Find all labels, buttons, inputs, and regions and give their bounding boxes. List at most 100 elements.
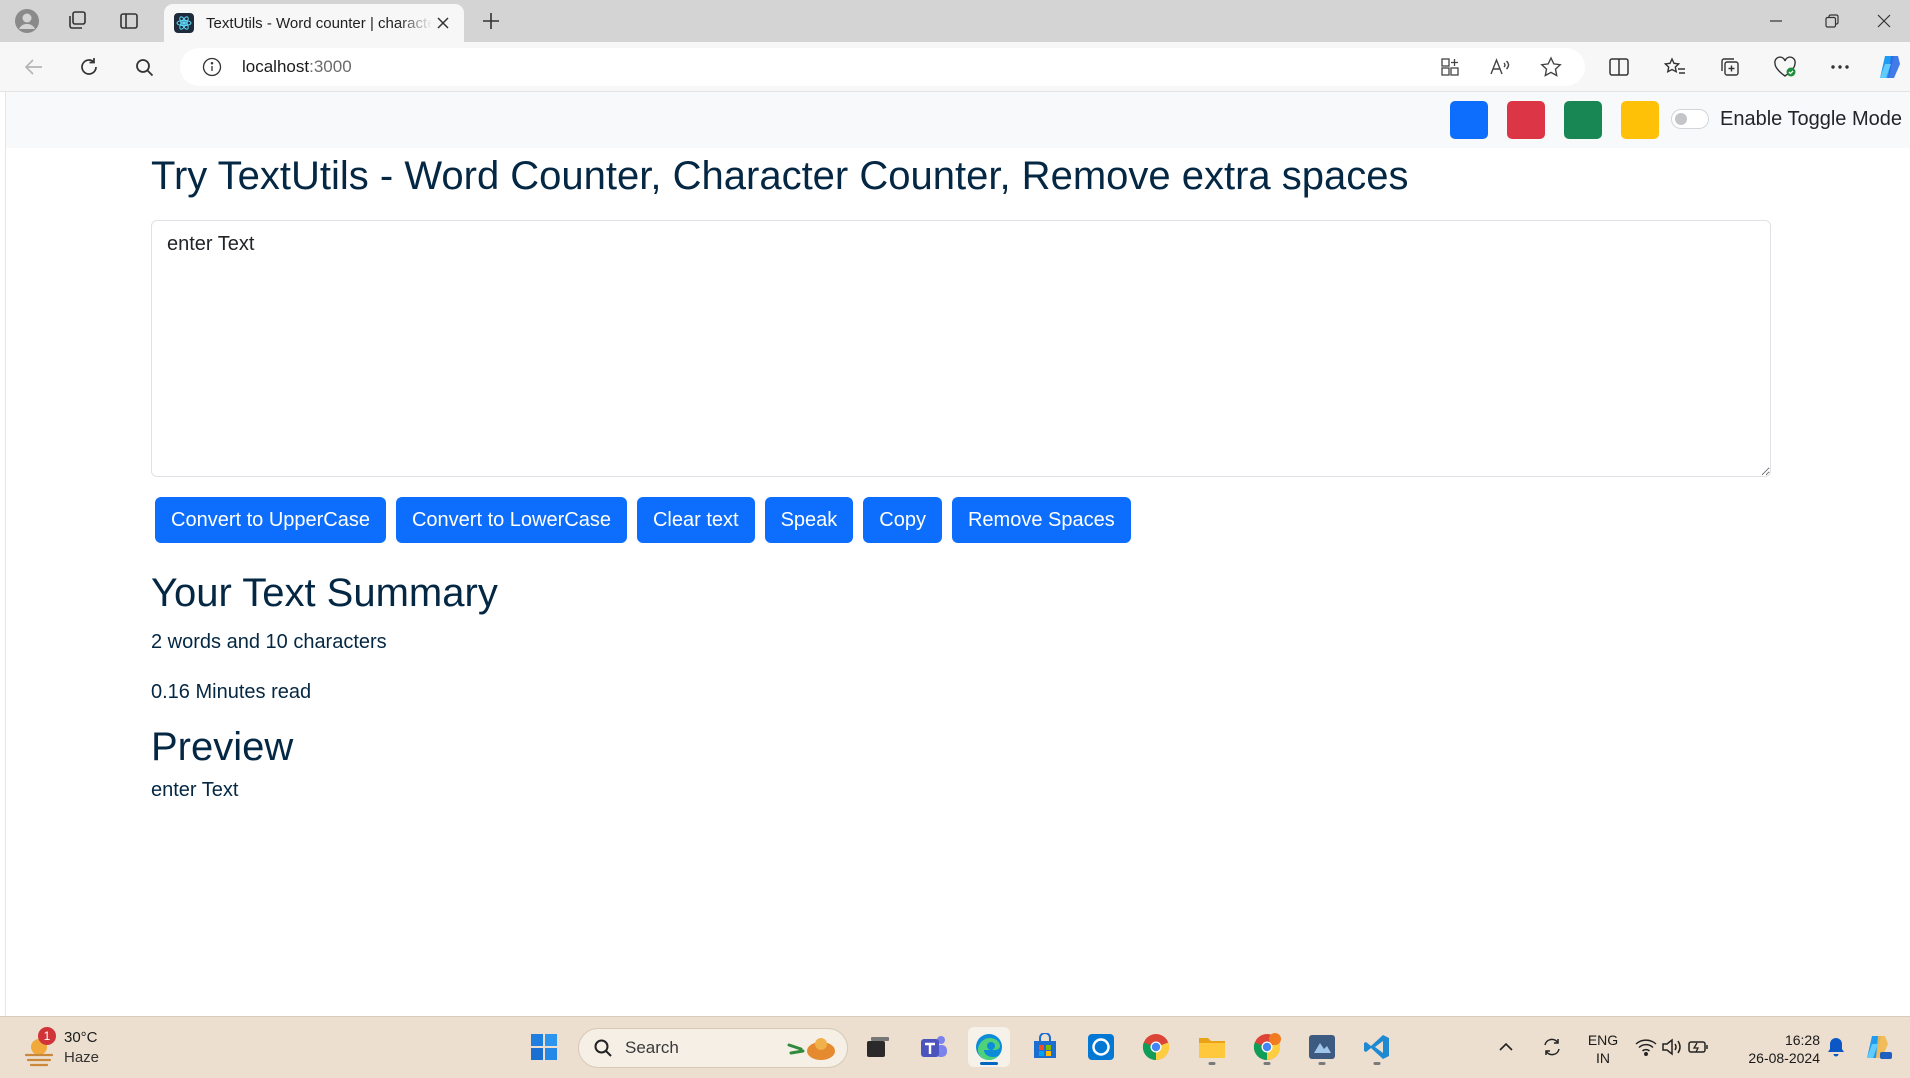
running-indicator	[1373, 1062, 1381, 1065]
tab-title: TextUtils - Word counter | character cou…	[206, 14, 432, 32]
site-info-icon[interactable]	[200, 55, 224, 79]
close-window-button[interactable]	[1856, 0, 1910, 42]
dark-mode-switch[interactable]	[1671, 109, 1709, 129]
language-indicator[interactable]: ENG IN	[1584, 1031, 1622, 1067]
close-icon	[1877, 14, 1891, 28]
split-screen-button[interactable]	[1601, 51, 1637, 83]
page-heading: Try TextUtils - Word Counter, Character …	[151, 154, 1409, 198]
teams-app[interactable]	[913, 1027, 955, 1067]
edge-app[interactable]	[968, 1027, 1010, 1067]
cortana-app[interactable]	[1080, 1027, 1122, 1067]
preview-text: enter Text	[151, 779, 239, 801]
more-dots-icon	[1831, 65, 1849, 69]
search-label: Search	[625, 1038, 679, 1057]
chrome-icon	[1142, 1034, 1170, 1061]
browser-tab-strip: TextUtils - Word counter | character cou…	[0, 0, 1910, 42]
browser-tab-active[interactable]: TextUtils - Word counter | character cou…	[164, 4, 464, 42]
teams-icon	[921, 1036, 947, 1057]
task-view-button[interactable]	[857, 1027, 899, 1067]
tab-close-button[interactable]	[432, 12, 454, 34]
running-indicator	[1318, 1062, 1326, 1065]
refresh-button[interactable]	[71, 51, 107, 83]
language-code: ENG	[1587, 1032, 1619, 1048]
bell-icon	[1828, 1038, 1844, 1057]
url-host: localhost	[242, 57, 310, 76]
word-character-count: 2 words and 10 characters	[151, 631, 387, 653]
theme-color-blue-button[interactable]	[1450, 101, 1488, 139]
page-viewport: Enable Toggle Mode Try TextUtils - Word …	[5, 92, 1910, 1016]
sync-tray-button[interactable]	[1536, 1027, 1568, 1067]
react-favicon-icon	[174, 13, 194, 33]
folder-icon	[1199, 1038, 1225, 1058]
remove-spaces-button[interactable]: Remove Spaces	[951, 497, 1131, 543]
new-tab-button[interactable]	[474, 6, 508, 36]
uppercase-button[interactable]: Convert to UpperCase	[155, 497, 386, 543]
chrome-icon	[1253, 1033, 1281, 1061]
battery-icon	[1688, 1041, 1708, 1053]
lowercase-button[interactable]: Convert to LowerCase	[395, 497, 627, 543]
restore-button[interactable]	[1804, 0, 1860, 42]
speak-button[interactable]: Speak	[764, 497, 854, 543]
chrome-app[interactable]	[1135, 1027, 1177, 1067]
copilot-icon	[1867, 1036, 1892, 1059]
store-icon	[1034, 1033, 1056, 1058]
browser-essentials-button[interactable]	[1767, 51, 1803, 83]
read-aloud-icon[interactable]	[1487, 55, 1513, 79]
preview-heading: Preview	[151, 725, 294, 769]
summary-heading: Your Text Summary	[151, 571, 498, 615]
running-indicator	[1263, 1062, 1271, 1065]
theme-color-green-button[interactable]	[1564, 101, 1602, 139]
notifications-button[interactable]	[1822, 1027, 1850, 1067]
workspaces-button[interactable]	[60, 6, 94, 36]
weather-widget[interactable]: 1	[20, 1027, 60, 1069]
taskbar-search-box[interactable]: Search	[578, 1028, 848, 1068]
search-button[interactable]	[126, 51, 162, 83]
copy-button[interactable]: Copy	[863, 497, 942, 543]
app-available-icon[interactable]	[1437, 55, 1463, 79]
clear-text-button[interactable]: Clear text	[636, 497, 755, 543]
clock[interactable]: 16:28 26-08-2024	[1730, 1031, 1820, 1067]
theme-color-red-button[interactable]	[1507, 101, 1545, 139]
task-view-icon	[867, 1037, 889, 1057]
snipping-tool-app[interactable]	[1301, 1027, 1343, 1067]
url-port: :3000	[309, 57, 352, 76]
favorite-star-icon[interactable]	[1538, 55, 1564, 79]
favorites-button[interactable]	[1657, 51, 1693, 83]
app-navbar: Enable Toggle Mode	[6, 92, 1910, 148]
copilot-taskbar-button[interactable]	[1858, 1027, 1898, 1067]
search-highlight-icon	[787, 1038, 835, 1060]
copilot-icon	[1880, 56, 1900, 78]
profile-button[interactable]	[10, 6, 44, 36]
plus-icon	[483, 13, 499, 29]
file-explorer-app[interactable]	[1191, 1027, 1233, 1067]
show-hidden-icons-button[interactable]	[1492, 1027, 1520, 1067]
network-volume-battery-tray[interactable]	[1632, 1027, 1712, 1067]
start-button[interactable]	[523, 1027, 565, 1067]
wifi-icon	[1635, 1039, 1657, 1056]
volume-icon	[1662, 1038, 1681, 1056]
address-bar[interactable]: localhost:3000	[180, 48, 1585, 86]
region-code: IN	[1596, 1050, 1610, 1066]
copilot-button[interactable]	[1872, 51, 1908, 83]
collections-button[interactable]	[1712, 51, 1748, 83]
heart-pulse-icon	[1774, 56, 1796, 77]
text-input-area[interactable]	[151, 220, 1771, 477]
minimize-icon	[1770, 20, 1782, 22]
theme-color-yellow-button[interactable]	[1621, 101, 1659, 139]
settings-more-button[interactable]	[1822, 51, 1858, 83]
weather-temperature: 30°C	[64, 1029, 98, 1046]
close-icon	[437, 17, 449, 29]
vscode-app[interactable]	[1356, 1027, 1398, 1067]
minimize-button[interactable]	[1748, 0, 1804, 42]
search-icon	[594, 1039, 612, 1057]
search-icon	[135, 58, 153, 76]
vertical-tabs-button[interactable]	[112, 6, 146, 36]
windows-taskbar: 1 30°C Haze Search ENG IN 16:28 26-08-20…	[0, 1016, 1910, 1078]
microsoft-store-app[interactable]	[1024, 1027, 1066, 1067]
workspaces-icon	[69, 11, 86, 29]
chrome-profile-app[interactable]	[1246, 1027, 1288, 1067]
clock-date: 26-08-2024	[1748, 1050, 1820, 1066]
split-screen-icon	[1609, 58, 1629, 76]
tab-actions-icon	[120, 13, 138, 29]
back-button[interactable]	[16, 51, 52, 83]
